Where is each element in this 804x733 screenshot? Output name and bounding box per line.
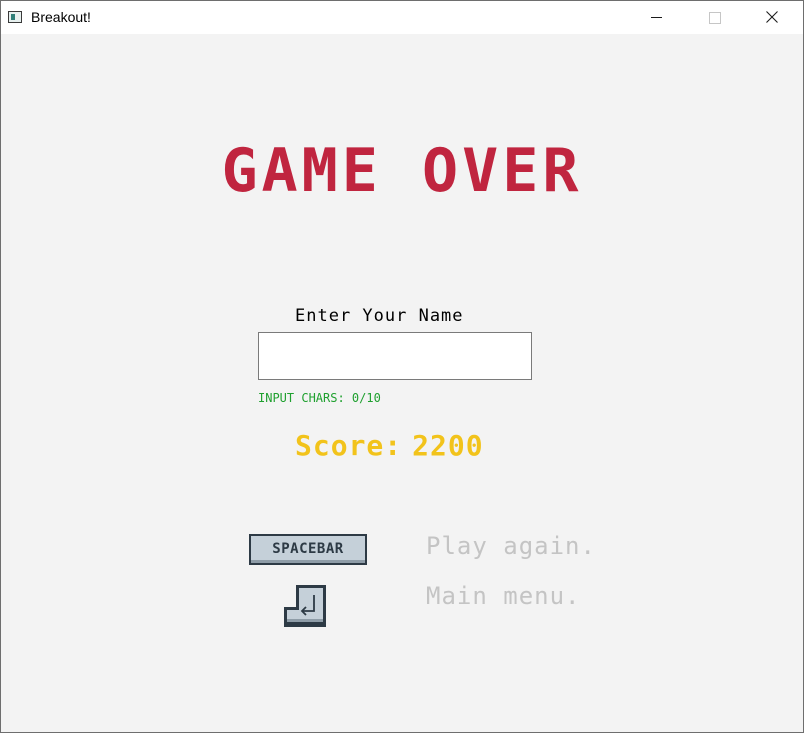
- score-label: Score:: [295, 429, 403, 462]
- title-bar[interactable]: Breakout!: [1, 1, 803, 34]
- maximize-button[interactable]: [691, 1, 737, 34]
- minimize-icon: [651, 17, 662, 18]
- main-menu-option[interactable]: Main menu.: [426, 582, 581, 610]
- app-window-icon: [8, 11, 22, 23]
- score-value: 2200: [412, 429, 484, 462]
- name-prompt-label: Enter Your Name: [295, 306, 464, 326]
- game-window: Breakout! GAME OVER Enter Your Name INPU…: [0, 0, 804, 733]
- game-over-heading: GAME OVER: [221, 136, 583, 206]
- enter-key-icon: [284, 585, 326, 627]
- close-button[interactable]: [749, 1, 795, 34]
- maximize-icon: [709, 12, 721, 24]
- window-title: Breakout!: [31, 9, 91, 25]
- close-icon: [766, 11, 778, 23]
- input-chars-counter: INPUT CHARS: 0/10: [258, 391, 381, 405]
- play-again-option[interactable]: Play again.: [426, 532, 596, 560]
- minimize-button[interactable]: [633, 1, 679, 34]
- name-input[interactable]: [258, 332, 532, 380]
- spacebar-key-icon: SPACEBAR: [249, 534, 367, 565]
- score-display: Score: 2200: [295, 429, 484, 462]
